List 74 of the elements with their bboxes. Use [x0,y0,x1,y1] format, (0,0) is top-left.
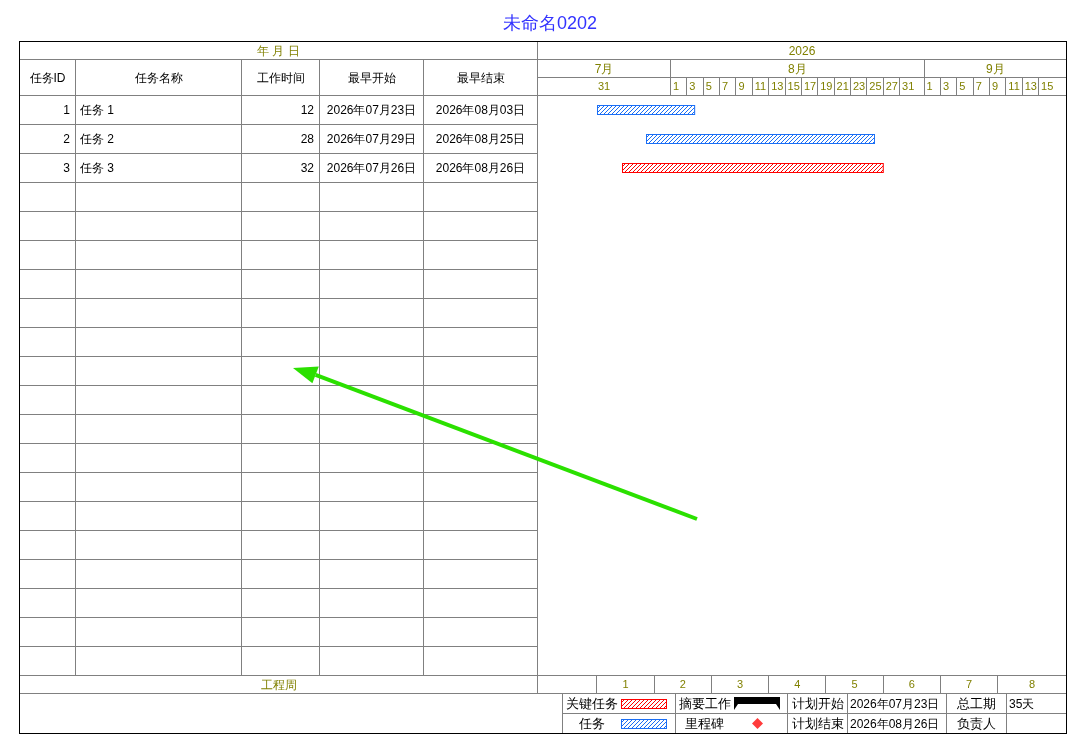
task-id-cell: 1 [20,96,76,124]
start-date-cell: 2026年07月23日 [320,96,424,124]
legend-label: 任务 [577,717,606,730]
legend-label: 关键任务 [564,697,619,710]
diamond-icon [751,718,763,729]
owner-label: 负责人 [947,714,1007,733]
total-duration-label: 总工期 [947,694,1007,714]
task-name-cell: 任务 2 [76,125,242,153]
day-header: 5 [957,78,974,95]
column-header: 任务ID [20,60,76,95]
day-header: 9 [736,78,753,95]
day-header: 1 [671,78,688,95]
task-swatch-icon [621,718,667,729]
end-date-cell-text: 2026年08月26日 [434,160,527,177]
plan-end-value: 2026年08月26日 [848,714,947,733]
day-header: 25 [867,78,884,95]
day-header: 11 [752,78,770,95]
week-number-cell-text: 8 [1028,677,1037,692]
day-header: 9 [990,78,1007,95]
day-header: 21 [834,78,851,95]
day-header: 15 [785,78,802,95]
day-header: 31 [538,78,671,95]
week-number-cell: 5 [826,676,884,693]
week-number-cell: 7 [940,676,999,693]
column-header: 最早结束 [455,69,506,87]
critical-task-swatch-icon [621,698,667,709]
duration-cell: 12 [242,96,320,124]
year-header: 2026 [538,42,1066,60]
total-duration-value: 35天 [1007,694,1066,714]
plan-start-label: 计划开始 [788,694,848,714]
task-id-cell: 2 [20,125,76,153]
month-header: 7月 [538,60,671,77]
week-number-cell: 6 [883,676,941,693]
day-header: 17 [801,78,819,95]
day-header: 13 [769,78,786,95]
day-header: 23 [850,78,868,95]
task-name-cell: 任务 1 [76,96,242,124]
week-number-cell: 2 [654,676,712,693]
legend-label: 摘要工作 [677,697,732,710]
chart-title: 未命名0202 [502,13,597,32]
day-header: 7 [973,78,990,95]
month-header: 9月 [984,60,1006,77]
end-date-cell-text: 2026年08月03日 [434,102,527,119]
task-id-cell: 3 [20,154,76,182]
column-header: 工作时间 [242,60,320,95]
day-header: 5 [703,78,721,95]
date-header: 年 月 日 [257,44,300,57]
day-header: 31 [900,78,925,95]
month-header: 8月 [671,60,925,77]
day-header: 15 [1040,79,1055,94]
legend-label: 里程碑 [684,717,725,730]
week-number-cell: 4 [769,676,827,693]
day-header: 27 [883,78,901,95]
week-number-cell: 3 [711,676,770,693]
summary-bar-icon [734,697,780,710]
day-header: 3 [940,78,958,95]
plan-end-label: 计划结束 [788,714,848,733]
task-name-cell: 任务 3 [76,154,242,182]
day-header: 19 [818,78,835,95]
duration-cell: 28 [242,125,320,153]
start-date-cell: 2026年07月26日 [320,154,424,182]
duration-cell: 32 [242,154,320,182]
day-header: 7 [720,78,737,95]
day-header: 13 [1022,78,1040,95]
plan-start-value: 2026年07月23日 [848,694,947,714]
column-header: 任务名称 [76,60,242,95]
end-date-cell-text: 2026年08月25日 [434,131,527,148]
day-header: 1 [924,78,941,95]
start-date-cell: 2026年07月29日 [320,125,424,153]
day-header: 11 [1006,78,1023,95]
week-row-label: 工程周 [260,678,297,691]
day-header: 3 [687,78,704,95]
column-header: 最早开始 [320,60,424,95]
week-number-cell: 1 [597,676,655,693]
